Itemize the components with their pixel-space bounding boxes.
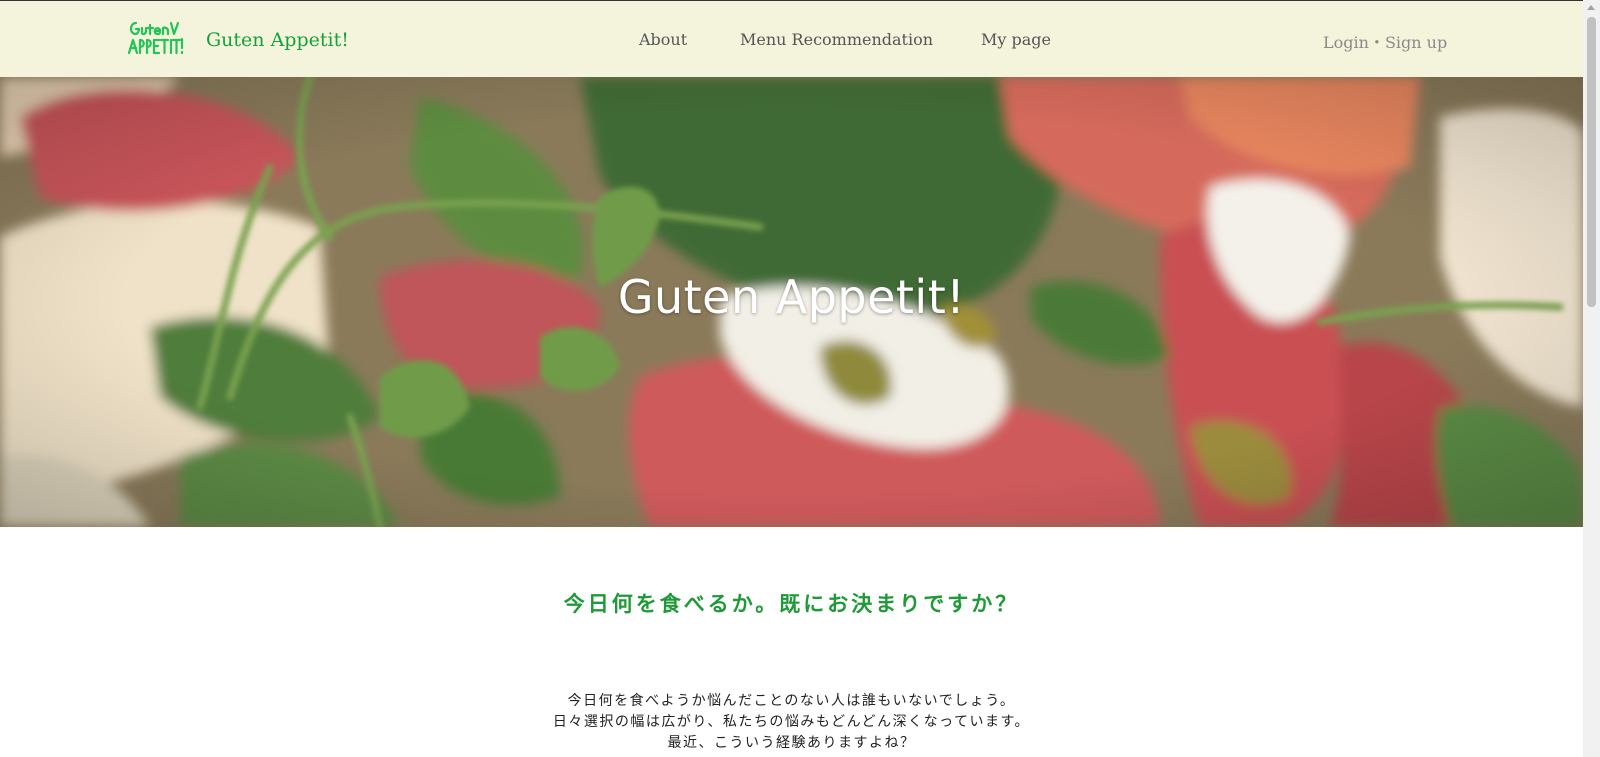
auth-links: Login・Sign up [1323,29,1447,53]
guten-appetit-logo-icon[interactable] [126,17,184,57]
intro-line: 日々選択の幅は広がり、私たちの悩みもどんどん深くなっています。 [552,714,1031,730]
nav-my-page[interactable]: My page [981,30,1051,49]
scrollbar-thumb[interactable] [1587,17,1596,307]
signup-link[interactable]: Sign up [1385,33,1447,52]
nav-about[interactable]: About [639,30,687,49]
page: Guten Appetit! About Menu Recommendation… [0,0,1600,757]
scroll-up-arrow-icon[interactable] [1587,5,1595,10]
hero-banner: Guten Appetit! [0,77,1583,527]
nav-menu-recommendation[interactable]: Menu Recommendation [740,30,933,49]
site-header: Guten Appetit! About Menu Recommendation… [0,0,1583,77]
hero-title: Guten Appetit! [617,270,966,324]
auth-separator: ・ [1368,33,1385,52]
intro-text: 今日何を食べようか悩んだことのない人は誰もいないでしょう。 日々選択の幅は広がり… [0,691,1583,754]
vertical-scrollbar[interactable] [1583,0,1600,757]
intro-line: 最近、こういう経験ありますよね？ [667,735,916,751]
intro-line: 今日何を食べようか悩んだことのない人は誰もいないでしょう。 [567,693,1016,709]
brand-name[interactable]: Guten Appetit! [206,29,349,51]
section-question: 今日何を食べるか。既にお決まりですか？ [563,592,1020,616]
login-link[interactable]: Login [1323,33,1369,52]
